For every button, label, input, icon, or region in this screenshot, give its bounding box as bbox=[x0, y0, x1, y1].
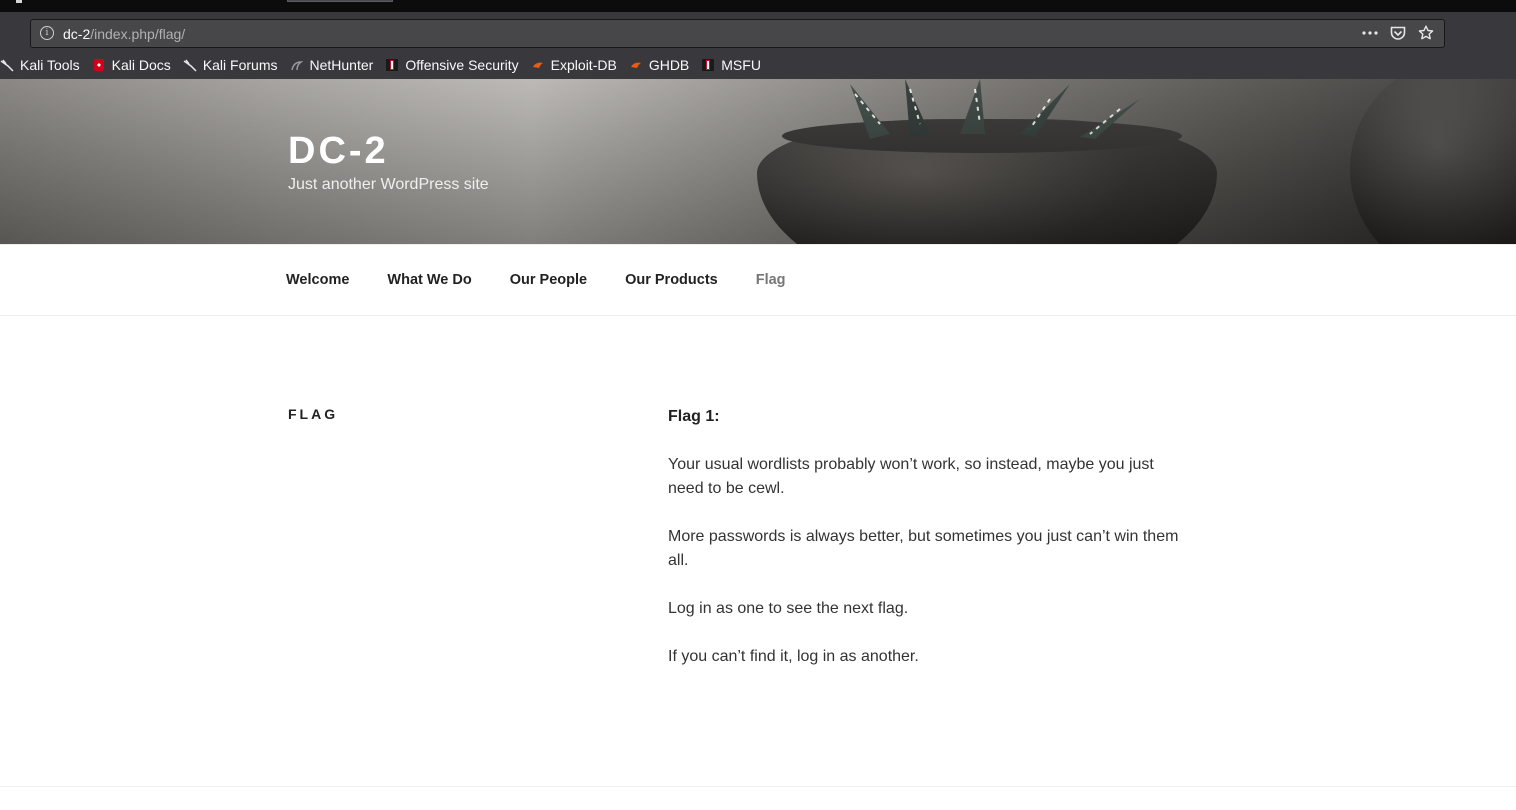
entry-paragraph: More passwords is always better, but som… bbox=[668, 528, 1179, 569]
banner-overlay bbox=[0, 79, 1516, 244]
nethunter-icon bbox=[290, 58, 304, 72]
nav-item-our-products[interactable]: Our Products bbox=[625, 272, 718, 288]
bookmark-label: Exploit-DB bbox=[550, 57, 617, 73]
bookmark-kali-tools[interactable]: Kali Tools bbox=[0, 57, 80, 73]
bookmark-nethunter[interactable]: NetHunter bbox=[290, 57, 374, 73]
kali-docs-icon bbox=[92, 58, 106, 72]
bookmark-label: GHDB bbox=[648, 57, 690, 73]
more-icon[interactable] bbox=[1360, 23, 1380, 43]
url-text[interactable]: dc-2/index.php/flag/ bbox=[63, 26, 185, 42]
bookmark-msfu[interactable]: MSFU bbox=[701, 57, 761, 73]
tab-edge[interactable] bbox=[16, 0, 22, 3]
url-bar[interactable]: i dc-2/index.php/flag/ bbox=[30, 19, 1445, 48]
kali-dragon-icon bbox=[183, 58, 197, 72]
entry-content: Flag 1: Your usual wordlists probably wo… bbox=[668, 405, 1188, 693]
header-banner bbox=[0, 79, 1516, 244]
nav-menu: Welcome What We Do Our People Our Produc… bbox=[286, 272, 824, 288]
exploitdb-icon bbox=[629, 58, 643, 72]
nav-item-welcome[interactable]: Welcome bbox=[286, 272, 349, 288]
entry-paragraph: If you can’t find it, log in as another. bbox=[668, 648, 919, 665]
bookmark-label: Offensive Security bbox=[405, 57, 519, 73]
tab[interactable] bbox=[287, 0, 393, 2]
offsec-icon bbox=[701, 58, 715, 72]
nav-item-flag[interactable]: Flag bbox=[756, 272, 786, 288]
main-navigation: Welcome What We Do Our People Our Produc… bbox=[0, 244, 1516, 316]
bookmark-label: Kali Docs bbox=[111, 57, 171, 73]
url-path: /index.php/flag/ bbox=[90, 26, 186, 42]
bookmark-label: NetHunter bbox=[309, 57, 374, 73]
footer-divider bbox=[0, 786, 1516, 787]
bookmark-label: Kali Forums bbox=[202, 57, 278, 73]
site-description: Just another WordPress site bbox=[288, 176, 489, 193]
browser-chrome: i dc-2/index.php/flag/ Kali Tools Kali D… bbox=[0, 0, 1516, 79]
offsec-icon bbox=[385, 58, 399, 72]
bookmark-label: MSFU bbox=[721, 57, 761, 73]
bookmark-ghdb[interactable]: GHDB bbox=[629, 57, 689, 73]
tab-strip bbox=[0, 0, 1516, 12]
page-title: FLAG bbox=[288, 406, 339, 422]
nav-item-our-people[interactable]: Our People bbox=[510, 272, 587, 288]
site-title[interactable]: DC-2 bbox=[288, 130, 389, 173]
bookmarks-toolbar: Kali Tools Kali Docs Kali Forums NetHunt… bbox=[0, 52, 773, 78]
bookmark-offensive-security[interactable]: Offensive Security bbox=[385, 57, 519, 73]
pocket-icon[interactable] bbox=[1388, 23, 1408, 43]
nav-item-what-we-do[interactable]: What We Do bbox=[387, 272, 471, 288]
entry-heading: Flag 1: bbox=[668, 408, 720, 425]
url-actions bbox=[1360, 23, 1436, 43]
entry-paragraph: Log in as one to see the next flag. bbox=[668, 600, 909, 617]
entry-paragraph: Your usual wordlists probably won’t work… bbox=[668, 456, 1154, 497]
bookmark-kali-docs[interactable]: Kali Docs bbox=[92, 57, 171, 73]
url-host: dc-2 bbox=[63, 26, 91, 42]
kali-dragon-icon bbox=[0, 58, 14, 72]
exploitdb-icon bbox=[531, 58, 545, 72]
star-icon[interactable] bbox=[1416, 23, 1436, 43]
bookmark-kali-forums[interactable]: Kali Forums bbox=[183, 57, 278, 73]
bookmark-label: Kali Tools bbox=[20, 57, 80, 73]
bookmark-exploit-db[interactable]: Exploit-DB bbox=[531, 57, 617, 73]
site-info-icon[interactable]: i bbox=[40, 26, 54, 40]
